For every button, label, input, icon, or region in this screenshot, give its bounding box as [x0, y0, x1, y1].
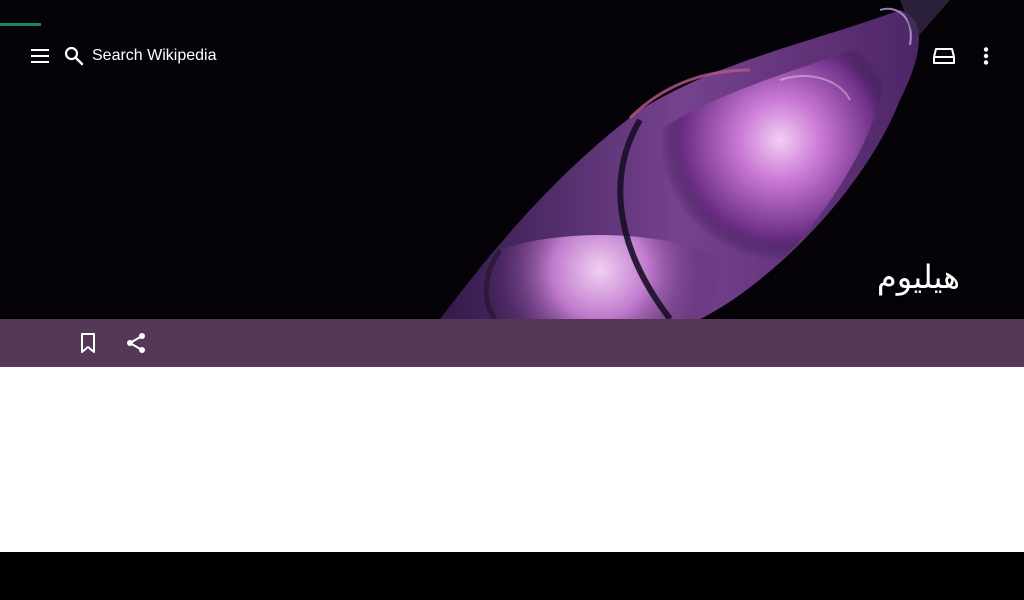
article-content — [0, 367, 1024, 552]
tabs-icon[interactable] — [924, 36, 964, 76]
navigation-bar-area — [0, 552, 1024, 600]
page-load-progress — [0, 23, 41, 26]
toolbar: Search Wikipedia — [0, 30, 1024, 82]
more-vert-icon[interactable] — [966, 36, 1006, 76]
hamburger-menu-icon[interactable] — [20, 36, 60, 76]
search-bar[interactable]: Search Wikipedia — [64, 36, 217, 76]
article-action-bar — [0, 319, 1024, 367]
search-placeholder: Search Wikipedia — [92, 47, 217, 64]
bookmark-icon[interactable] — [68, 323, 108, 363]
share-icon[interactable] — [116, 323, 156, 363]
magnifier-icon — [64, 46, 84, 66]
article-title: هيليوم — [876, 258, 960, 296]
lead-image[interactable]: Search Wikipedia هيليوم — [0, 0, 1024, 319]
